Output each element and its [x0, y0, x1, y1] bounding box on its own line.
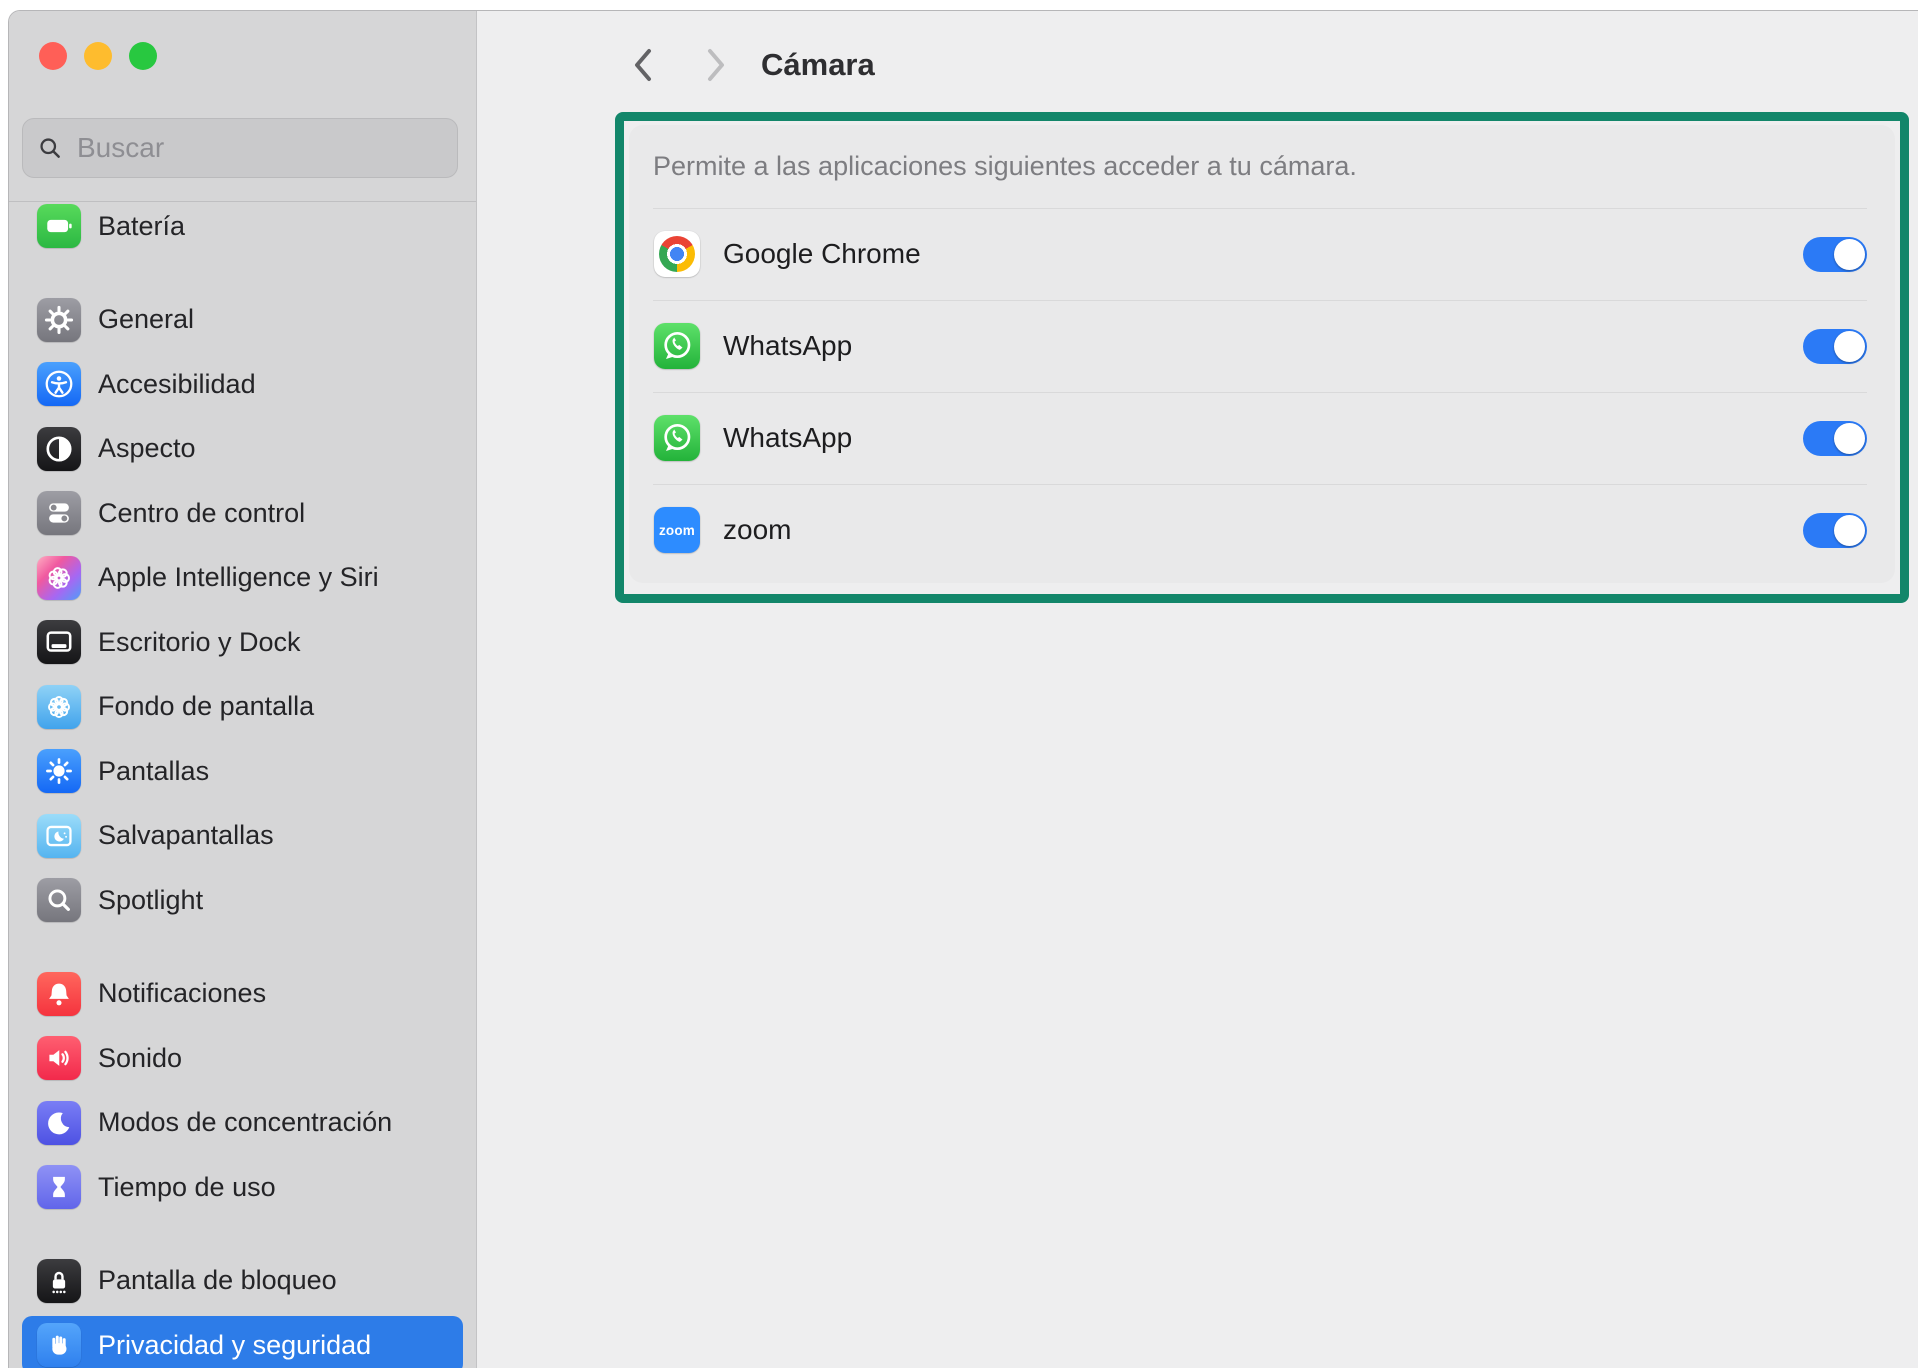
whatsapp-icon [654, 323, 700, 369]
sidebar-item-bateria[interactable]: Batería [22, 197, 463, 255]
desktop-dock-icon [37, 620, 81, 664]
forward-button[interactable] [703, 47, 729, 83]
toggle-knob [1834, 239, 1865, 270]
sidebar-item-apple-intelligence-y-siri[interactable]: Apple Intelligence y Siri [22, 549, 463, 607]
minimize-button[interactable] [84, 42, 112, 70]
camera-permissions-card: Permite a las aplicaciones siguientes ac… [629, 125, 1895, 583]
sidebar-item-fondo-de-pantalla[interactable]: Fondo de pantalla [22, 678, 463, 736]
app-toggle[interactable] [1803, 513, 1867, 548]
chevron-left-icon [637, 51, 649, 79]
back-button[interactable] [630, 47, 656, 83]
hourglass-icon [37, 1165, 81, 1209]
speaker-icon [37, 1036, 81, 1080]
app-rows: Google Chrome WhatsApp WhatsApp zoom zoo… [629, 208, 1895, 576]
app-row-google-chrome-0: Google Chrome [629, 208, 1895, 300]
appearance-icon [37, 427, 81, 471]
spotlight-icon [37, 878, 81, 922]
wallpaper-icon [37, 685, 81, 729]
page-title: Cámara [761, 47, 875, 83]
sidebar-item-accesibilidad[interactable]: Accesibilidad [22, 355, 463, 413]
app-row-whatsapp-2: WhatsApp [629, 392, 1895, 484]
screensaver-icon [37, 814, 81, 858]
toggle-knob [1834, 515, 1865, 546]
search-field[interactable] [22, 118, 458, 178]
sidebar-item-notificaciones[interactable]: Notificaciones [22, 965, 463, 1023]
app-name-label: zoom [723, 514, 1803, 546]
sidebar: Batería General Accesibilidad Aspecto Ce… [9, 11, 477, 1368]
search-input[interactable] [75, 131, 443, 165]
toggle-knob [1834, 331, 1865, 362]
lock-icon [37, 1259, 81, 1303]
apple-intelligence-icon [37, 556, 81, 600]
camera-description: Permite a las aplicaciones siguientes ac… [629, 125, 1895, 208]
control-center-icon [37, 491, 81, 535]
app-toggle[interactable] [1803, 329, 1867, 364]
bell-icon [37, 972, 81, 1016]
sidebar-item-aspecto[interactable]: Aspecto [22, 420, 463, 478]
sidebar-item-pantalla-de-bloqueo[interactable]: Pantalla de bloqueo [22, 1252, 463, 1310]
battery-icon [37, 204, 81, 248]
system-settings-window: Batería General Accesibilidad Aspecto Ce… [8, 10, 1918, 1368]
close-button[interactable] [39, 42, 67, 70]
app-row-zoom-3: zoom zoom [629, 484, 1895, 576]
zoom-icon: zoom [654, 507, 700, 553]
sidebar-item-pantallas[interactable]: Pantallas [22, 742, 463, 800]
display-sun-icon [37, 749, 81, 793]
sidebar-item-salvapantallas[interactable]: Salvapantallas [22, 807, 463, 865]
sidebar-list: Batería General Accesibilidad Aspecto Ce… [9, 11, 476, 1368]
sidebar-item-privacidad-y-seguridad[interactable]: Privacidad y seguridad [22, 1316, 463, 1368]
app-name-label: Google Chrome [723, 238, 1803, 270]
zoom-window-button[interactable] [129, 42, 157, 70]
whatsapp-icon [654, 415, 700, 461]
chevron-right-icon [710, 51, 722, 79]
chrome-icon [654, 231, 700, 277]
app-row-whatsapp-1: WhatsApp [629, 300, 1895, 392]
app-name-label: WhatsApp [723, 330, 1803, 362]
app-toggle[interactable] [1803, 237, 1867, 272]
toggle-knob [1834, 423, 1865, 454]
sidebar-item-sonido[interactable]: Sonido [22, 1029, 463, 1087]
app-toggle[interactable] [1803, 421, 1867, 456]
hand-icon [37, 1323, 81, 1367]
sidebar-item-modos-de-concentracion[interactable]: Modos de concentración [22, 1094, 463, 1152]
sidebar-item-spotlight[interactable]: Spotlight [22, 871, 463, 929]
moon-icon [37, 1101, 81, 1145]
search-icon [37, 135, 63, 161]
sidebar-item-escritorio-y-dock[interactable]: Escritorio y Dock [22, 613, 463, 671]
accessibility-icon [37, 362, 81, 406]
sidebar-header [9, 11, 476, 202]
gear-icon [37, 298, 81, 342]
sidebar-item-tiempo-de-uso[interactable]: Tiempo de uso [22, 1158, 463, 1216]
app-name-label: WhatsApp [723, 422, 1803, 454]
screenshot-stage: Batería General Accesibilidad Aspecto Ce… [0, 0, 1918, 1368]
sidebar-item-centro-de-control[interactable]: Centro de control [22, 484, 463, 542]
sidebar-item-general[interactable]: General [22, 291, 463, 349]
